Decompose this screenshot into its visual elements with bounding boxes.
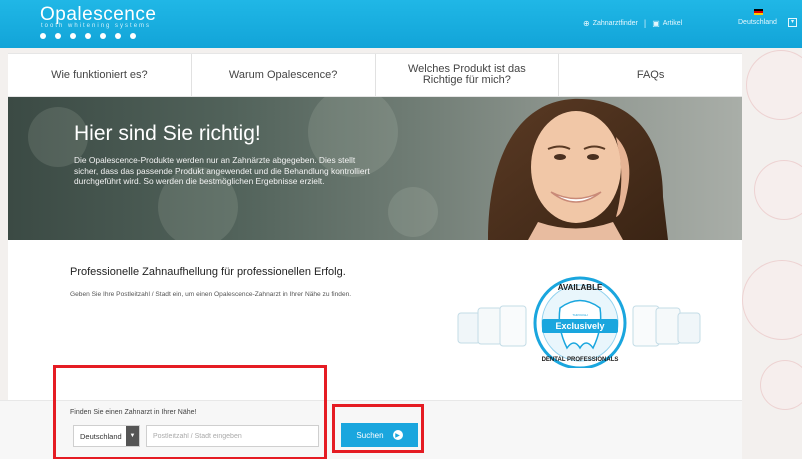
smiling-woman-image xyxy=(488,98,668,240)
nav-faqs[interactable]: FAQs xyxy=(559,54,742,96)
hero-banner: Hier sind Sie richtig! Die Opalescence-P… xyxy=(8,97,742,240)
header-links: ⊕ Zahnarztfinder | ▣ Artikel xyxy=(583,18,682,28)
content-description: Geben Sie Ihre Postleitzahl / Stadt ein,… xyxy=(70,291,352,298)
nav-why-opalescence[interactable]: Warum Opalescence? xyxy=(192,54,376,96)
main-navigation: Wie funktioniert es? Warum Opalescence? … xyxy=(8,53,742,97)
badge-middle-text: Exclusively xyxy=(555,321,604,331)
dentist-finder-link[interactable]: ⊕ Zahnarztfinder xyxy=(583,19,638,28)
content-title: Professionelle Zahnaufhellung für profes… xyxy=(70,266,346,278)
articles-link[interactable]: ▣ Artikel xyxy=(652,19,682,28)
articles-label: Artikel xyxy=(662,19,683,27)
decorative-bubbles xyxy=(740,40,802,459)
logo-tagline: tooth whitening systems xyxy=(41,23,152,29)
badge-small-text: THROUGH xyxy=(572,313,587,317)
top-header: Opalescence tooth whitening systems ⊕ Za… xyxy=(0,0,802,48)
nav-which-product[interactable]: Welches Produkt ist das Richtige für mic… xyxy=(376,54,560,96)
country-label: Deutschland xyxy=(738,19,777,26)
badge-top-text: AVAILABLE xyxy=(558,283,603,292)
article-icon: ▣ xyxy=(652,18,660,28)
german-flag-icon xyxy=(754,9,763,15)
badge-bottom-text: DENTAL PROFESSIONALS xyxy=(542,357,619,363)
highlight-box-search-fields xyxy=(53,365,327,459)
exclusively-dental-badge: Exclusively THROUGH AVAILABLE DENTAL PRO… xyxy=(457,276,701,368)
logo-dots xyxy=(40,33,136,39)
hero-description: Die Opalescence-Produkte werden nur an Z… xyxy=(74,155,370,186)
nav-how-it-works[interactable]: Wie funktioniert es? xyxy=(8,54,192,96)
dentist-finder-label: Zahnarztfinder xyxy=(592,19,638,27)
highlight-box-search-button xyxy=(332,404,424,453)
country-dropdown-icon[interactable]: ▾ xyxy=(788,18,797,27)
hero-title: Hier sind Sie richtig! xyxy=(74,122,261,145)
globe-icon: ⊕ xyxy=(583,18,590,28)
header-separator: | xyxy=(643,18,647,28)
